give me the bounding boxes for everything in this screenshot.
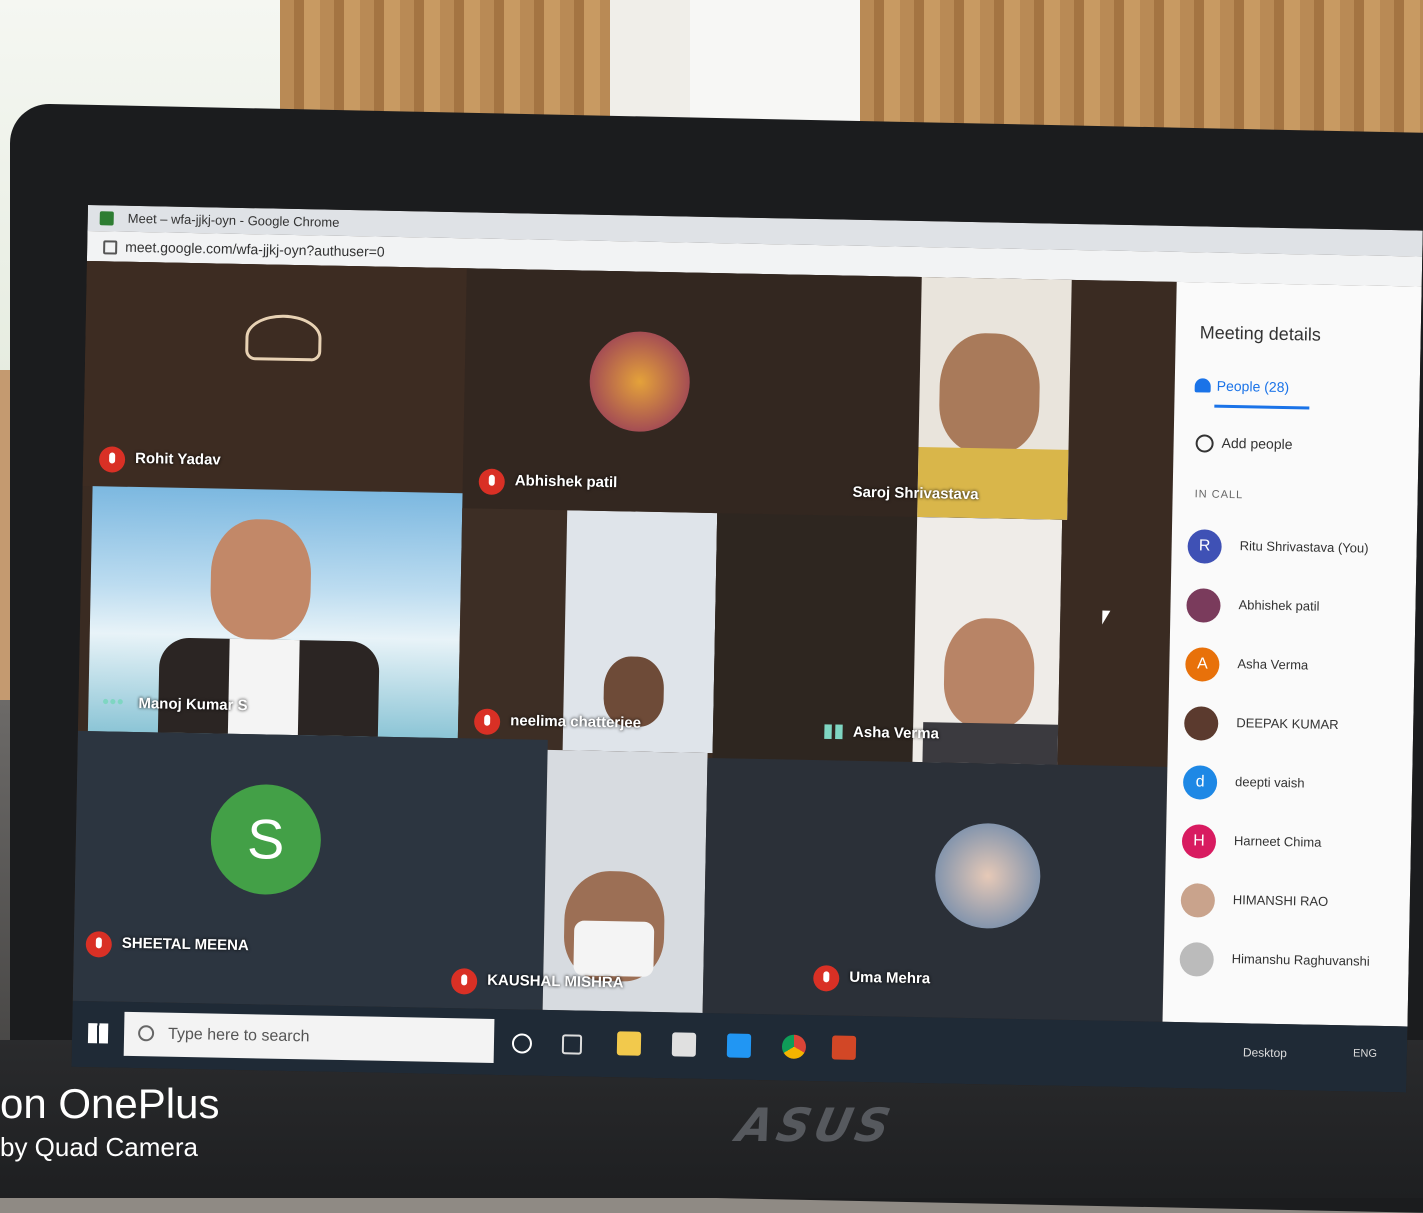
laptop-screen: Meet – wfa-jjkj-oyn - Google Chrome meet… (71, 205, 1423, 1093)
participant-tile[interactable]: Abhishek patil (462, 268, 922, 517)
participant-name: deepti vaish (1234, 774, 1305, 791)
participant-name: Manoj Kumar S (138, 695, 248, 715)
avatar: A (1185, 647, 1220, 682)
mouse-cursor-icon (1102, 610, 1111, 625)
participant-name: Abhishek patil (514, 472, 618, 492)
tab-people[interactable]: People (28) (1217, 378, 1290, 395)
participant-name: Rohit Yadav (134, 449, 221, 469)
participant-tile[interactable]: ••• Manoj Kumar S (87, 486, 463, 739)
cortana-icon[interactable] (511, 1033, 533, 1054)
list-item[interactable]: d deepti vaish (1182, 763, 1414, 807)
list-item[interactable]: HIMANSHI RAO (1180, 881, 1411, 925)
avatar: H (1181, 824, 1217, 859)
list-item[interactable]: Himanshu Raghuvanshi (1179, 940, 1410, 984)
list-item[interactable]: H Harneet Chima (1181, 822, 1413, 866)
mic-off-icon (813, 965, 840, 992)
mic-off-icon (478, 468, 506, 496)
avatar (1186, 588, 1221, 623)
avatar (934, 822, 1042, 930)
audio-level-icon: ▮▮ (822, 720, 846, 741)
participant-name: Harneet Chima (1233, 833, 1322, 850)
shirt (227, 638, 300, 736)
store-icon[interactable] (671, 1032, 697, 1057)
avatar: S (209, 783, 322, 896)
windows-start-icon[interactable] (87, 1023, 109, 1044)
in-call-label: IN CALL (1194, 488, 1244, 502)
lamp-icon (245, 314, 322, 362)
participant-face (943, 617, 1036, 730)
participant-name: HIMANSHI RAO (1232, 892, 1329, 909)
language-indicator[interactable]: ENG (1353, 1047, 1377, 1059)
participant-name: Ritu Shrivastava (You) (1239, 538, 1369, 556)
participant-name: KAUSHAL MISHRA (487, 971, 624, 992)
participant-tile[interactable]: Uma Mehra (702, 757, 1168, 1022)
people-icon (1194, 378, 1211, 393)
taskbar-search-input[interactable]: Type here to search (123, 1011, 495, 1063)
participant-name: Saroj Shrivastava (852, 483, 979, 504)
mail-icon[interactable] (726, 1033, 752, 1058)
meeting-details-panel: Meeting details People (28) Add people I… (1162, 281, 1422, 1027)
participant-face (209, 518, 312, 641)
file-explorer-icon[interactable] (616, 1031, 642, 1056)
powerpoint-icon[interactable] (831, 1035, 857, 1060)
desktop-toolbar-label[interactable]: Desktop (1243, 1045, 1287, 1060)
participant-name: DEEPAK KUMAR (1236, 715, 1339, 733)
camera-watermark: on OnePlus (0, 1080, 220, 1127)
participant-clothing (922, 722, 1059, 765)
mic-off-icon (98, 446, 126, 473)
laptop-logo: ASUS (732, 1098, 899, 1152)
list-item[interactable]: A Asha Verma (1185, 645, 1416, 689)
participant-face (938, 332, 1041, 455)
meet-favicon-icon (99, 211, 114, 226)
mic-off-icon (85, 931, 113, 958)
avatar (1179, 942, 1215, 977)
participant-name: Abhishek patil (1238, 597, 1320, 614)
participant-tile[interactable]: Rohit Yadav (82, 260, 467, 494)
participant-name: neelima chatterjee (510, 712, 642, 732)
participant-clothing (917, 446, 1069, 520)
participant-tile[interactable]: neelima chatterjee (457, 508, 718, 754)
participant-name: Uma Mehra (849, 968, 931, 988)
participant-name: Himanshu Raghuvanshi (1231, 951, 1370, 969)
avatar (1180, 883, 1216, 918)
add-people-button[interactable]: Add people (1221, 435, 1292, 452)
avatar: R (1187, 529, 1222, 564)
face-mask (573, 920, 655, 977)
participant-name: SHEETAL MEENA (121, 934, 249, 955)
speaking-indicator-icon: ••• (102, 691, 125, 712)
list-item[interactable]: R Ritu Shrivastava (You) (1187, 527, 1418, 571)
participant-tile[interactable]: S SHEETAL MEENA (72, 730, 548, 1010)
avatar (588, 330, 691, 433)
avatar (1183, 706, 1219, 741)
lock-icon (103, 240, 118, 255)
camera-watermark-sub: by Quad Camera (0, 1132, 198, 1162)
add-person-icon (1195, 434, 1214, 453)
list-item[interactable]: DEEPAK KUMAR (1183, 704, 1415, 748)
list-item[interactable]: Abhishek patil (1186, 586, 1417, 630)
participant-tile[interactable]: ••• (917, 277, 1072, 520)
mic-off-icon (473, 708, 501, 736)
panel-title: Meeting details (1199, 322, 1322, 345)
participant-name: Asha Verma (1237, 656, 1309, 673)
avatar: d (1182, 765, 1218, 800)
participant-name: Asha Verma (852, 723, 940, 743)
participant-tile[interactable]: ▮▮ Asha Verma (712, 513, 1063, 765)
meeting-stage: Rohit Yadav Abhishek patil ••• Saroj Shr… (72, 260, 1177, 1022)
task-view-icon[interactable] (561, 1034, 583, 1055)
chrome-icon[interactable] (781, 1034, 807, 1059)
tab-indicator (1214, 404, 1310, 410)
